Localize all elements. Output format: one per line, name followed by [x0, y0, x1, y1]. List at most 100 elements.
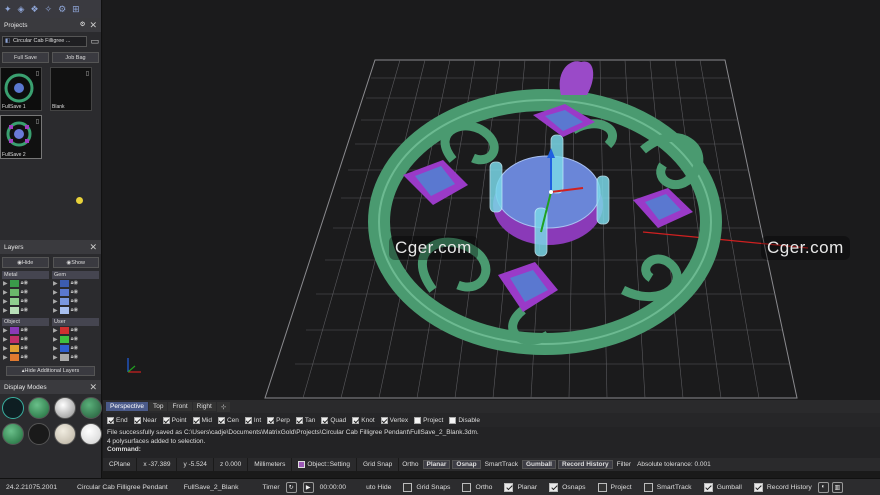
app-window: ✦ ◈ ❖ ✧ ⚙ ⊞ Projects ⚙ ✕ Circular Cab Fi…	[0, 0, 880, 495]
layer-row[interactable]: ▶ 🔒︎◉	[52, 344, 99, 353]
tab-top[interactable]: Top	[148, 402, 168, 411]
osnap-tan[interactable]: Tan	[295, 416, 315, 424]
pen-mode-button[interactable]	[80, 423, 102, 445]
osnap-toggle[interactable]: Osnap	[452, 460, 481, 469]
toggle-osnaps[interactable]: Osnaps	[543, 479, 591, 495]
close-icon[interactable]: ✕	[89, 382, 97, 393]
wireframe-mode-button[interactable]	[2, 397, 24, 419]
toggle-record-history[interactable]: Record History	[748, 479, 818, 495]
grid-snap-toggle[interactable]: Grid Snap	[357, 458, 400, 471]
toggle-grid-snaps[interactable]: Grid Snaps	[397, 479, 456, 495]
layer-row[interactable]: ▶ 🔒︎◉	[2, 353, 49, 362]
osnap-project[interactable]: Project	[414, 416, 443, 424]
project-name: Circular Cab Filligree Pendant	[77, 483, 168, 491]
hide-layers-button[interactable]: ◉ Hide	[2, 257, 49, 268]
layer-row[interactable]: ▶ 🔒︎◉	[52, 306, 99, 315]
command-prompt[interactable]: Command:	[107, 446, 876, 455]
settings-icon[interactable]: ◐	[817, 481, 829, 493]
toggle-gumball[interactable]: Gumball	[698, 479, 748, 495]
add-viewport-icon[interactable]: ⊹	[216, 401, 231, 412]
toggle-ortho[interactable]: Ortho	[456, 479, 498, 495]
osnap-point[interactable]: Point	[162, 416, 187, 424]
layer-row[interactable]: ▶ 🔒︎◉	[2, 306, 49, 315]
viewport-scene	[127, 59, 809, 399]
timer-label: Timer	[262, 483, 280, 491]
osnap-cen[interactable]: Cen	[217, 416, 239, 424]
layer-row[interactable]: ▶ 🔒︎◉	[2, 335, 49, 344]
close-icon[interactable]: ✕	[89, 242, 97, 253]
toggle-planar[interactable]: Planar	[498, 479, 543, 495]
units-label[interactable]: Millimeters	[248, 458, 293, 471]
full-save-button[interactable]: Full Save	[2, 52, 49, 63]
project-dropdown[interactable]: Circular Cab Filligree ...	[2, 35, 88, 47]
ghosted-mode-button[interactable]	[80, 397, 102, 419]
close-icon[interactable]: ✕	[89, 20, 97, 31]
layer-row[interactable]: ▶ 🔒︎◉	[52, 353, 99, 362]
tool-icon-5[interactable]: ⚙	[58, 4, 66, 15]
command-history-line: 4 polysurfaces added to selection.	[107, 437, 206, 445]
display-modes-title: Display Modes	[4, 383, 47, 391]
tab-perspective[interactable]: Perspective	[106, 402, 148, 411]
thumb-blank[interactable]: ▯ Blank	[50, 67, 92, 111]
osnap-vertex[interactable]: Vertex	[380, 416, 408, 424]
thumb-fullsave-1[interactable]: ▯ FullSave 1	[0, 67, 42, 111]
layer-row[interactable]: ▶ 🔒︎◉	[52, 288, 99, 297]
osnap-mid[interactable]: Mid	[192, 416, 212, 424]
gear-icon[interactable]: ⚙	[80, 20, 86, 31]
xray-mode-button[interactable]	[2, 423, 24, 445]
tab-right[interactable]: Right	[192, 402, 216, 411]
layer-row[interactable]: ▶ 🔒︎◉	[2, 297, 49, 306]
toggle-project[interactable]: Project	[592, 479, 638, 495]
osnap-disable[interactable]: Disable	[449, 416, 480, 424]
tab-front[interactable]: Front	[168, 402, 192, 411]
artistic-mode-button[interactable]	[54, 423, 76, 445]
gumball-toggle[interactable]: Gumball	[521, 460, 556, 469]
auto-hide-label[interactable]: uto Hide	[352, 479, 397, 495]
pendant-model[interactable]	[368, 61, 722, 355]
layer-row[interactable]: ▶ 🔒︎◉	[52, 335, 99, 344]
layer-row[interactable]: ▶ 🔒︎◉	[2, 326, 49, 335]
show-layers-button[interactable]: ◉ Show	[52, 257, 99, 268]
perspective-viewport[interactable]: Cger.com Cger.com	[103, 0, 880, 400]
osnap-near[interactable]: Near	[133, 416, 157, 424]
osnap-perp[interactable]: Perp	[267, 416, 290, 424]
rendered-mode-button[interactable]	[54, 397, 76, 419]
layout-icon[interactable]: ▥	[831, 481, 843, 493]
layer-row[interactable]: ▶ 🔒︎◉	[2, 344, 49, 353]
toggle-smarttrack[interactable]: SmartTrack	[638, 479, 698, 495]
tool-icon-2[interactable]: ◈	[18, 4, 25, 15]
folder-icon[interactable]: ▭	[90, 36, 99, 47]
layer-row[interactable]: ▶ 🔒︎◉	[2, 288, 49, 297]
current-layer[interactable]: Object::Setting	[292, 458, 357, 471]
layer-row[interactable]: ▶ 🔒︎◉	[52, 279, 99, 288]
osnap-quad[interactable]: Quad	[321, 416, 346, 424]
thumb-fullsave-2[interactable]: ▯ FullSave 2	[0, 115, 42, 159]
play-icon[interactable]: ▶	[302, 481, 314, 493]
tool-icon-1[interactable]: ✦	[4, 4, 12, 15]
hide-additional-layers-button[interactable]: ▴ Hide Additional Layers	[6, 366, 95, 376]
osnap-int[interactable]: Int	[244, 416, 261, 424]
smarttrack-toggle[interactable]: SmartTrack	[482, 461, 521, 468]
command-history-line: File successfully saved as C:\Users\cadj…	[107, 429, 479, 436]
tool-icon-3[interactable]: ❖	[30, 4, 38, 15]
osnap-end[interactable]: End	[107, 416, 128, 424]
job-bag-button[interactable]: Job Bag	[52, 52, 99, 63]
technical-mode-button[interactable]	[28, 423, 50, 445]
tool-icon-6[interactable]: ⊞	[72, 4, 80, 15]
command-area[interactable]: File successfully saved as C:\Users\cadj…	[103, 427, 880, 458]
layer-group-user: User ▶ 🔒︎◉ ▶ 🔒︎◉ ▶ 🔒︎◉ ▶ 🔒︎◉	[52, 318, 99, 362]
tool-icon-4[interactable]: ✧	[45, 4, 53, 15]
y-coordinate: y -5.524	[177, 458, 214, 471]
osnap-knot[interactable]: Knot	[352, 416, 375, 424]
layer-row[interactable]: ▶ 🔒︎◉	[52, 326, 99, 335]
layers-title: Layers	[4, 243, 24, 251]
planar-toggle[interactable]: Planar	[422, 460, 451, 469]
filter-toggle[interactable]: Filter	[614, 461, 634, 468]
shaded-mode-button[interactable]	[28, 397, 50, 419]
layer-row[interactable]: ▶ 🔒︎◉	[52, 297, 99, 306]
cplane-label[interactable]: CPlane	[103, 458, 138, 471]
refresh-icon[interactable]: ↻	[285, 481, 297, 493]
record-history-toggle[interactable]: Record History	[558, 460, 613, 469]
layer-row[interactable]: ▶ 🔒︎◉	[2, 279, 49, 288]
ortho-toggle[interactable]: Ortho	[399, 461, 421, 468]
